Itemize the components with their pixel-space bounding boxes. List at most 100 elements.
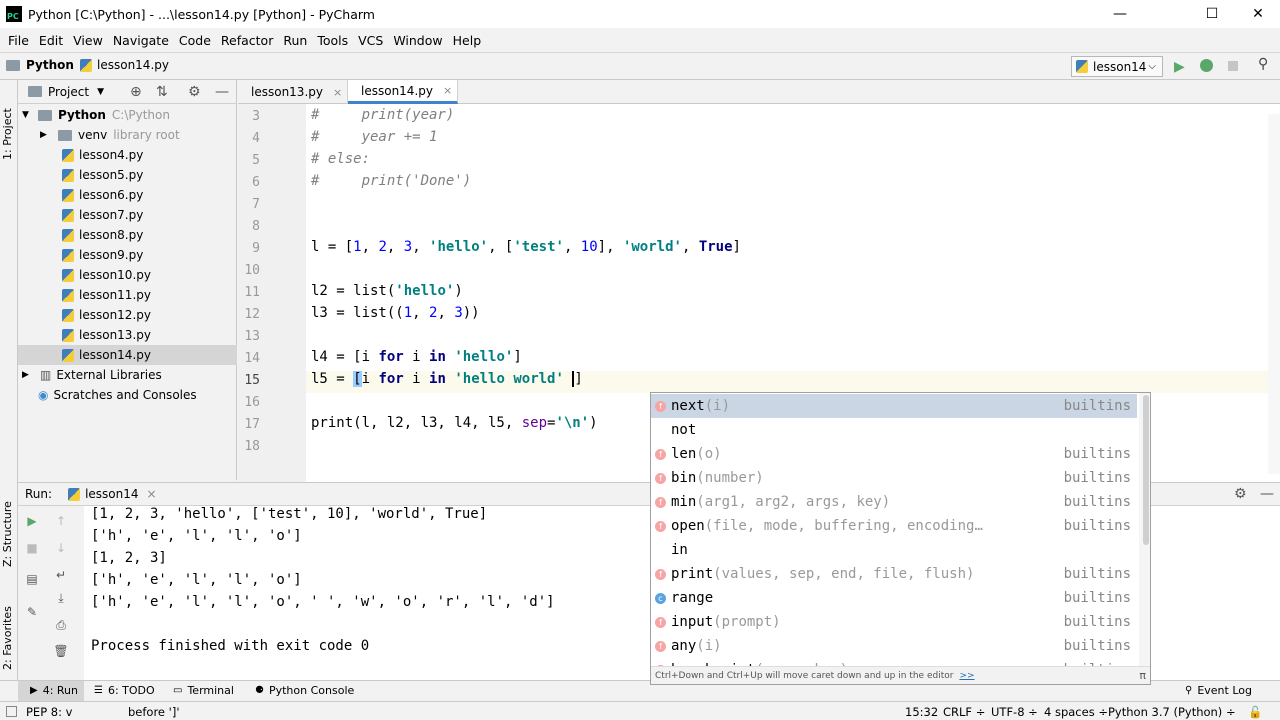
menu-help[interactable]: Help — [448, 33, 487, 48]
project-panel-title[interactable]: Project — [48, 85, 89, 99]
pi-icon[interactable]: π — [1139, 669, 1146, 682]
pin-icon[interactable]: ✎ — [25, 605, 39, 619]
completion-item[interactable]: f any (i) builtins — [651, 634, 1137, 658]
layout-icon[interactable]: ▤ — [25, 572, 39, 586]
maximize-button[interactable]: ☐ — [1189, 0, 1235, 28]
gear-icon[interactable]: ⚙ — [1234, 486, 1247, 502]
menu-run[interactable]: Run — [278, 33, 312, 48]
project-tree-item[interactable]: lesson6.py — [18, 185, 237, 205]
project-tree-item[interactable]: lesson8.py — [18, 225, 237, 245]
editor-scrollbar[interactable] — [1268, 114, 1280, 474]
rerun-icon[interactable]: ▶ — [25, 514, 39, 528]
completion-item[interactable]: f print (values, sep, end, file, flush) bui… — [651, 562, 1137, 586]
menu-refactor[interactable]: Refactor — [216, 33, 278, 48]
tab-lesson14[interactable]: lesson14.py × — [348, 80, 458, 104]
completion-item[interactable]: f len (o) builtins — [651, 442, 1137, 466]
search-everywhere-button[interactable]: ⚲ — [1258, 56, 1268, 72]
project-tree-item[interactable]: lesson4.py — [18, 145, 237, 165]
completion-item[interactable]: f next (i) builtins — [651, 394, 1137, 418]
menu-tools[interactable]: Tools — [312, 33, 353, 48]
project-tree-item[interactable]: lesson11.py — [18, 285, 237, 305]
indent-setting[interactable]: 4 spaces ÷ — [1044, 705, 1108, 719]
python-interpreter[interactable]: Python 3.7 (Python) ÷ — [1108, 705, 1236, 719]
project-tree-item[interactable]: lesson9.py — [18, 245, 237, 265]
completion-hint-link[interactable]: >> — [959, 671, 974, 681]
run-button[interactable]: ▶ — [1174, 59, 1185, 75]
chevron-down-icon[interactable]: ▼ — [22, 110, 34, 120]
scroll-up-icon[interactable]: ↑ — [54, 514, 68, 528]
menu-file[interactable]: File — [3, 33, 34, 48]
chevron-down-icon[interactable]: ▼ — [97, 87, 104, 97]
completion-name: not — [671, 422, 697, 438]
completion-item[interactable]: f open (file, mode, buffering, encoding… bu… — [651, 514, 1137, 538]
scroll-to-end-icon[interactable]: ⤓ — [54, 591, 68, 605]
project-tree-item[interactable]: lesson14.py — [18, 345, 237, 365]
line-separator[interactable]: CRLF ÷ — [943, 705, 985, 719]
lock-icon[interactable]: 🔓 — [1248, 705, 1262, 719]
terminal-tool-tab[interactable]: ▭ Terminal — [173, 684, 234, 697]
line-number: 14 — [244, 351, 260, 366]
completion-scrollbar-thumb[interactable] — [1143, 395, 1149, 545]
tree-item-label: venv — [78, 128, 108, 142]
minimize-button[interactable]: — — [1097, 0, 1143, 28]
locate-file-icon[interactable]: ⊕ — [130, 84, 142, 100]
project-tree-item[interactable]: lesson7.py — [18, 205, 237, 225]
menu-code[interactable]: Code — [174, 33, 216, 48]
menu-navigate[interactable]: Navigate — [108, 33, 174, 48]
completion-item[interactable]: c range builtins — [651, 586, 1137, 610]
trash-icon[interactable]: 🗑 — [53, 644, 68, 658]
favorites-tool-tab[interactable]: 2: Favorites — [1, 590, 14, 670]
hide-panel-icon[interactable]: — — [215, 84, 229, 100]
completion-item[interactable]: f bin (number) builtins — [651, 466, 1137, 490]
run-configuration-select[interactable]: lesson14 ⌵ — [1071, 56, 1163, 77]
collapse-all-icon[interactable]: ⇅ — [156, 84, 168, 100]
completion-item[interactable]: not — [651, 418, 1137, 442]
stop-icon[interactable]: ■ — [25, 541, 39, 555]
python-file-icon — [62, 328, 74, 342]
stop-button[interactable] — [1228, 61, 1238, 71]
code-completion-popup[interactable]: f next (i) builtins not f len (o) builtins f bin (n… — [650, 392, 1151, 685]
project-tree-item[interactable]: ▶ ▥ External Libraries — [18, 365, 237, 385]
project-tool-tab[interactable]: 1: Project — [1, 90, 14, 160]
soft-wrap-icon[interactable]: ↵ — [54, 568, 68, 582]
file-encoding[interactable]: UTF-8 ÷ — [991, 705, 1038, 719]
print-icon[interactable]: ⎙ — [54, 618, 68, 632]
project-tree-item[interactable]: ▼ Python C:\Python — [18, 105, 237, 125]
close-button[interactable]: ✕ — [1235, 0, 1280, 28]
run-tool-tab[interactable]: ▶ 4: Run — [30, 684, 78, 697]
hide-panel-icon[interactable]: — — [1260, 486, 1274, 502]
project-tree-item[interactable]: lesson10.py — [18, 265, 237, 285]
completion-item[interactable]: in — [651, 538, 1137, 562]
project-tree-item[interactable]: lesson5.py — [18, 165, 237, 185]
python-console-tool-tab[interactable]: ⚈ Python Console — [255, 684, 354, 697]
todo-tool-tab[interactable]: ☰ 6: TODO — [94, 684, 155, 697]
project-tree-item[interactable]: ◉ Scratches and Consoles — [18, 385, 237, 405]
menu-edit[interactable]: Edit — [34, 33, 68, 48]
close-run-tab-icon[interactable]: × — [147, 487, 157, 501]
menu-vcs[interactable]: VCS — [353, 33, 388, 48]
structure-tool-tab[interactable]: Z: Structure — [1, 495, 14, 567]
project-tree-item[interactable]: lesson12.py — [18, 305, 237, 325]
caret-position[interactable]: 15:32 — [905, 705, 938, 719]
code-line-12: l3 = list((1, 2, 3)) — [311, 305, 480, 321]
completion-item[interactable]: f input (prompt) builtins — [651, 610, 1137, 634]
scroll-down-icon[interactable]: ↓ — [54, 541, 68, 555]
menu-view[interactable]: View — [68, 33, 108, 48]
menu-window[interactable]: Window — [388, 33, 447, 48]
chevron-right-icon[interactable]: ▶ — [22, 370, 34, 380]
toggle-tool-windows-icon[interactable] — [6, 706, 17, 717]
project-tree-item[interactable]: ▶ venv library root — [18, 125, 237, 145]
breadcrumb-project[interactable]: Python › — [6, 58, 89, 72]
chevron-right-icon[interactable]: ▶ — [40, 130, 52, 140]
completion-params: (values, sep, end, file, flush) — [713, 566, 975, 582]
completion-item[interactable]: f min (arg1, arg2, args, key) builtins — [651, 490, 1137, 514]
close-tab-icon[interactable]: × — [443, 84, 452, 97]
breadcrumb-file[interactable]: lesson14.py — [80, 58, 169, 72]
debug-button[interactable] — [1200, 59, 1213, 72]
project-tree-item[interactable]: lesson13.py — [18, 325, 237, 345]
event-log-tool-tab[interactable]: ⚲ Event Log — [1185, 684, 1252, 697]
run-tab-label[interactable]: lesson14 — [85, 487, 138, 501]
tab-lesson13[interactable]: lesson13.py × — [238, 80, 348, 104]
gear-icon[interactable]: ⚙ — [188, 84, 201, 100]
close-tab-icon[interactable]: × — [333, 86, 342, 99]
